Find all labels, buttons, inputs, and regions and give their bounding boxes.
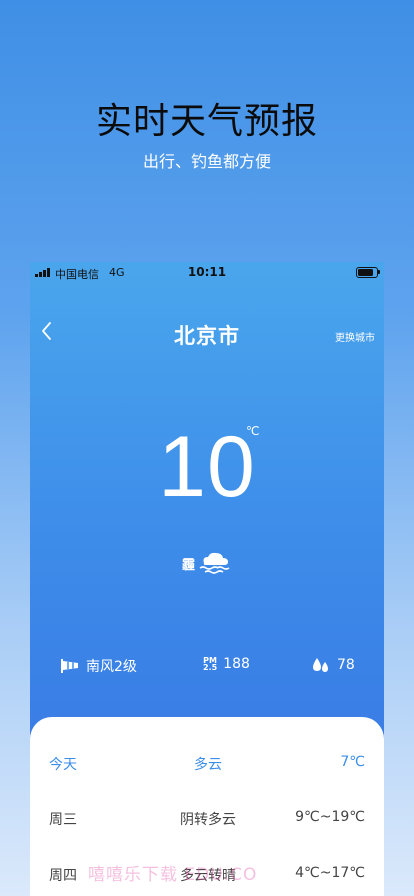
city-name: 北京市 xyxy=(174,324,240,348)
water-drops-icon xyxy=(313,658,328,672)
pm25-label-bottom: 2.5 xyxy=(203,663,218,672)
battery-icon xyxy=(356,267,380,278)
temperature-unit: ℃ xyxy=(246,424,260,438)
forecast-temperature: 4℃~17℃ xyxy=(295,865,365,881)
pm25-icon: PM 2.5 xyxy=(203,657,218,672)
forecast-row-today[interactable]: 今天 多云 7℃ xyxy=(30,754,384,774)
pm25-value: 188 xyxy=(223,656,250,672)
forecast-row[interactable]: 周三 阴转多云 9℃~19℃ xyxy=(30,809,384,829)
change-city-button[interactable]: 更换城市 xyxy=(335,329,375,344)
humidity-value: 78 xyxy=(337,657,355,673)
forecast-day: 周三 xyxy=(49,812,77,828)
forecast-condition: 阴转多云 xyxy=(180,812,236,828)
status-time: 10:11 xyxy=(187,265,227,279)
humidity-metric: 78 xyxy=(311,656,355,674)
temperature-value: 10 xyxy=(158,419,256,515)
windsock-icon xyxy=(61,659,78,673)
haze-cloud-icon xyxy=(199,552,230,574)
current-condition: 霾 xyxy=(182,550,231,576)
forecast-day: 今天 xyxy=(49,757,77,773)
metrics-bar: 南风2级 PM 2.5 188 78 xyxy=(30,656,384,678)
forecast-condition: 多云 xyxy=(194,757,222,773)
promo-title: 实时天气预报 xyxy=(95,101,318,142)
wind-value: 南风2级 xyxy=(86,659,137,675)
watermark: 嘻嘻乐下载 EDU.CO xyxy=(88,865,258,885)
phone-screen: 中国电信 4G 10:11 北京市 更换城市 10 ℃ 霾 南风2级 PM 2.… xyxy=(30,262,384,896)
promo-subtitle: 出行、钓鱼都方便 xyxy=(142,152,271,171)
condition-label: 霾 xyxy=(182,557,196,573)
forecast-day: 周四 xyxy=(49,868,77,884)
status-bar: 中国电信 4G 10:11 xyxy=(30,262,384,284)
pm25-metric: PM 2.5 188 xyxy=(203,656,250,672)
forecast-temperature: 7℃ xyxy=(340,754,365,770)
forecast-temperature: 9℃~19℃ xyxy=(295,809,365,825)
wind-metric: 南风2级 xyxy=(60,656,137,676)
temperature-display: 10 xyxy=(30,422,384,512)
